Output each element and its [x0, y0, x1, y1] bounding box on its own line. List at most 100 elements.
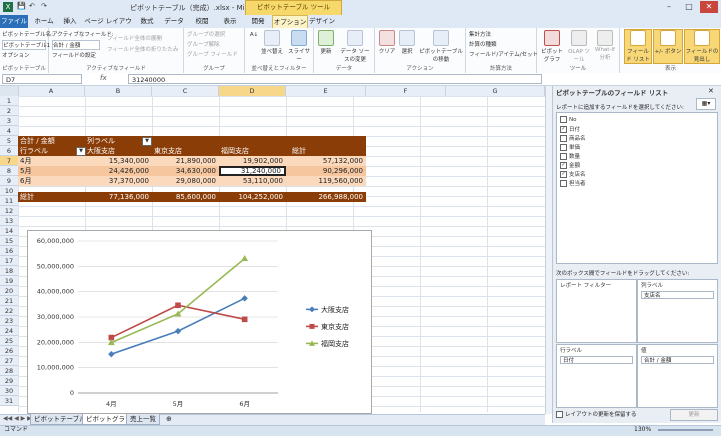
row-header[interactable]: 14: [0, 226, 18, 236]
tab-design[interactable]: デザイン: [306, 15, 338, 28]
row-header[interactable]: 11: [0, 196, 18, 206]
row-header[interactable]: 15: [0, 236, 18, 246]
maximize-icon[interactable]: □: [680, 1, 698, 13]
formula-input[interactable]: 31240000: [128, 74, 542, 84]
tab-review[interactable]: 校閲: [188, 15, 216, 28]
change-source-button[interactable]: データ ソースの変更: [338, 30, 372, 63]
row-header[interactable]: 2: [0, 106, 18, 116]
field-item[interactable]: 数量: [560, 152, 580, 160]
row-header[interactable]: 29: [0, 376, 18, 386]
pivot-value-cell[interactable]: 24,426,000: [85, 166, 152, 176]
group-field-button[interactable]: グループ フィールド: [187, 50, 238, 58]
redo-icon[interactable]: ↷: [41, 2, 47, 10]
data-point[interactable]: [241, 255, 249, 262]
row-header[interactable]: 24: [0, 326, 18, 336]
pivot-options-button[interactable]: オプション: [2, 51, 30, 59]
field-item[interactable]: 単価: [560, 143, 580, 151]
tab-file[interactable]: ファイル: [0, 15, 28, 28]
column-header-e[interactable]: E: [286, 86, 366, 96]
row-header[interactable]: 9: [0, 176, 18, 186]
field-checkbox[interactable]: ✓: [560, 162, 567, 169]
field-item[interactable]: No: [560, 116, 576, 123]
clear-button[interactable]: クリア: [377, 30, 397, 55]
values-field-chip[interactable]: 合計 / 金額: [641, 356, 714, 364]
quick-access-save-icon[interactable]: 💾: [17, 2, 26, 10]
data-point[interactable]: [175, 302, 181, 309]
row-header[interactable]: 22: [0, 306, 18, 316]
sheet-tab-sales[interactable]: 売上一覧: [126, 414, 160, 425]
grand-total-all[interactable]: 266,988,000: [286, 192, 366, 202]
close-icon[interactable]: ✕: [700, 1, 718, 13]
field-item[interactable]: ✓ 支店名: [560, 170, 586, 178]
field-item[interactable]: 担当者: [560, 179, 586, 187]
pivot-value-cell[interactable]: 90,296,000: [286, 166, 366, 176]
tab-view[interactable]: 表示: [216, 15, 244, 28]
pivot-value-field[interactable]: 合計 / 金額: [20, 136, 55, 146]
row-header[interactable]: 18: [0, 266, 18, 276]
row-header[interactable]: 10: [0, 186, 18, 196]
pivot-value-cell[interactable]: 21,890,000: [152, 156, 219, 166]
zoom-slider[interactable]: [658, 429, 713, 431]
collapse-field-button[interactable]: フィールド全体の折りたたみ: [107, 45, 178, 53]
column-field-chip[interactable]: 支店名: [641, 291, 714, 299]
tab-data[interactable]: データ: [160, 15, 188, 28]
field-settings-button[interactable]: フィールドの設定: [52, 51, 96, 59]
pivot-chart[interactable]: 60,000,000 50,000,000 40,000,000 30,000,000…: [27, 230, 372, 414]
calc-type-button[interactable]: 計算の種類: [469, 40, 497, 48]
pivot-row-label[interactable]: 6月: [20, 176, 31, 186]
pivot-value-cell[interactable]: 15,340,000: [85, 156, 152, 166]
sort-az-icon[interactable]: A↓: [248, 32, 260, 38]
pivot-value-cell[interactable]: 57,132,000: [286, 156, 366, 166]
row-filter-dropdown-icon[interactable]: ▼: [76, 147, 86, 156]
select-button[interactable]: 選択: [397, 30, 417, 55]
row-header[interactable]: 28: [0, 366, 18, 376]
pivot-row-labels[interactable]: 行ラベル: [20, 146, 48, 156]
data-point[interactable]: [241, 316, 248, 323]
pivot-value-cell[interactable]: 29,080,000: [152, 176, 219, 186]
sort-button[interactable]: 並べ替え: [261, 30, 283, 55]
field-checkbox[interactable]: [560, 153, 567, 160]
grand-total-fukuoka[interactable]: 104,252,000: [219, 192, 286, 202]
pivot-column-labels[interactable]: 列ラベル: [87, 136, 115, 146]
column-labels-area[interactable]: 列ラベル 支店名: [637, 279, 718, 343]
select-all-corner[interactable]: [0, 86, 19, 96]
field-item[interactable]: ✓ 日付: [560, 125, 580, 133]
field-headers-toggle[interactable]: フィールドの見出し: [684, 29, 720, 64]
column-header-f[interactable]: F: [366, 86, 446, 96]
field-checkbox[interactable]: [560, 116, 567, 123]
pivot-name-input[interactable]: ピボットテーブル1: [2, 40, 50, 50]
refresh-button[interactable]: 更新: [316, 30, 336, 55]
row-header[interactable]: 27: [0, 356, 18, 366]
column-header-d[interactable]: D: [219, 86, 286, 96]
summary-method-button[interactable]: 集計方法: [469, 30, 491, 38]
field-item[interactable]: 商品名: [560, 134, 586, 142]
pivot-row-label[interactable]: 5月: [20, 166, 31, 176]
row-header[interactable]: 21: [0, 296, 18, 306]
field-checkbox[interactable]: ✓: [560, 171, 567, 178]
row-header[interactable]: 31: [0, 396, 18, 406]
data-point[interactable]: [108, 350, 115, 358]
group-selection-button[interactable]: グループの選択: [187, 30, 225, 38]
undo-icon[interactable]: ↶: [29, 2, 35, 10]
pivot-value-cell[interactable]: 19,902,000: [219, 156, 286, 166]
move-pivot-button[interactable]: ピボットテーブルの移動: [419, 30, 463, 63]
field-checkbox[interactable]: [560, 180, 567, 187]
defer-update-checkbox[interactable]: レイアウトの更新を保留する: [556, 410, 637, 418]
update-button[interactable]: 更新: [670, 409, 718, 421]
new-sheet-icon[interactable]: ⊕: [166, 415, 172, 423]
fx-icon[interactable]: fx: [100, 74, 107, 82]
row-header[interactable]: 23: [0, 316, 18, 326]
fields-items-sets-button[interactable]: フィールド/アイテム/セット: [469, 50, 538, 58]
pivot-value-cell[interactable]: 53,110,000: [219, 176, 286, 186]
row-header[interactable]: 19: [0, 276, 18, 286]
what-if-button[interactable]: What-If 分析: [593, 30, 617, 61]
values-area[interactable]: 値 合計 / 金額: [637, 344, 718, 408]
pivot-value-cell[interactable]: 31,240,000: [219, 166, 286, 176]
panel-close-icon[interactable]: ✕: [708, 87, 714, 95]
tab-options[interactable]: オプション: [272, 15, 308, 29]
data-point[interactable]: [241, 295, 248, 302]
row-header[interactable]: 16: [0, 246, 18, 256]
grand-total-osaka[interactable]: 77,136,000: [85, 192, 152, 202]
pivot-value-cell[interactable]: 37,370,000: [85, 176, 152, 186]
row-header[interactable]: 5: [0, 136, 18, 146]
